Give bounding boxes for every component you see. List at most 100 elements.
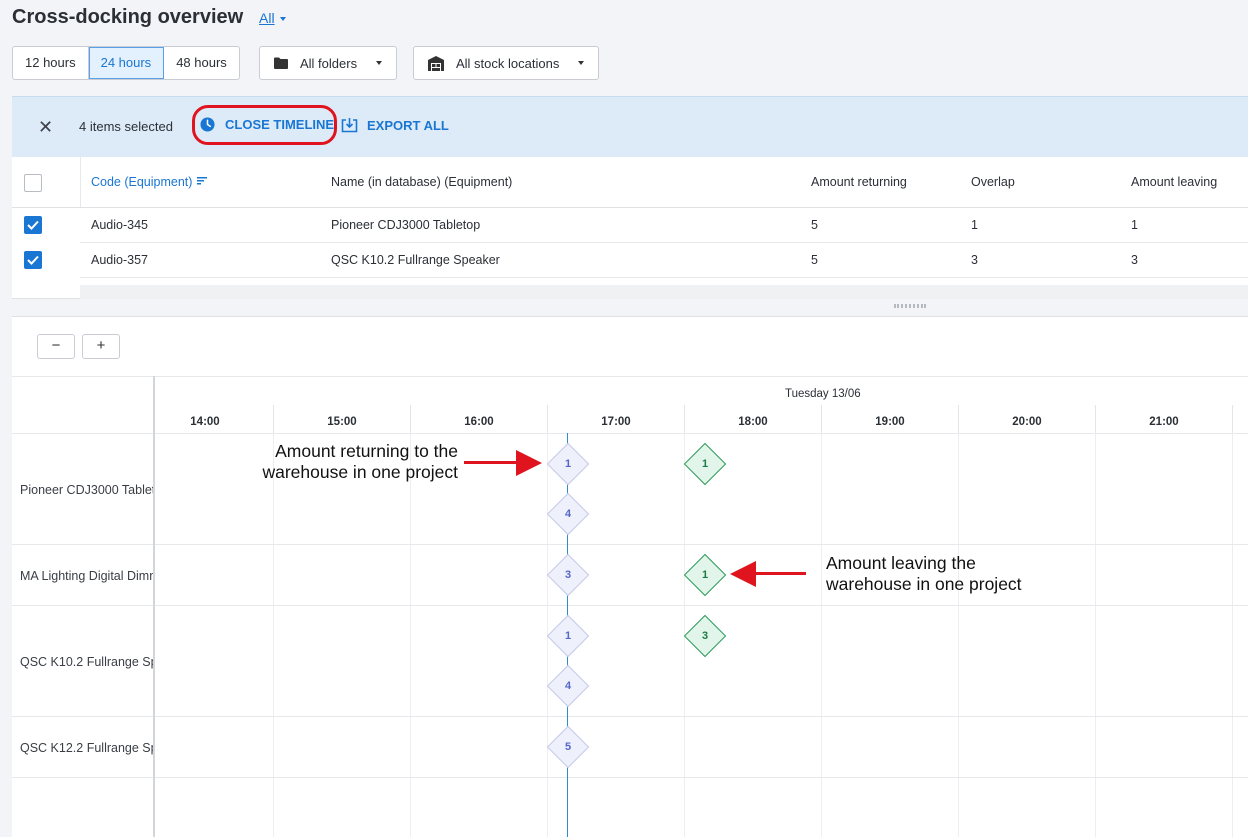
annotation-leaving-line-2: warehouse in one project (826, 574, 1022, 594)
hour-label-18: 18:00 (738, 416, 768, 428)
annotation-returning-line-2: warehouse in one project (262, 462, 458, 482)
row-divider (80, 277, 1248, 278)
annotation-returning: Amount returning to the warehouse in one… (232, 441, 458, 483)
time-range-selector: 12 hours 24 hours 48 hours (12, 46, 240, 80)
returning-marker-count: 4 (564, 680, 572, 692)
column-header-amount-leaving[interactable]: Amount leaving (1131, 175, 1217, 189)
returning-marker-count: 1 (564, 458, 572, 470)
range-24-hours-button[interactable]: 24 hours (88, 47, 165, 79)
folders-dropdown[interactable]: All folders (259, 46, 397, 80)
horizontal-scrollbar[interactable] (80, 285, 1248, 299)
stock-locations-label: All stock locations (456, 55, 560, 71)
clear-selection-close-icon[interactable]: ✕ (38, 117, 53, 138)
timeline-panel: − + Tuesday 13/06 14:00 15:00 16:00 17:0… (12, 316, 1248, 837)
table-cell-overlap: 3 (971, 253, 978, 267)
check-icon (27, 220, 39, 230)
equipment-table: Code (Equipment) Name (in database) (Equ… (12, 157, 1248, 299)
check-icon (27, 255, 39, 265)
column-header-overlap[interactable]: Overlap (971, 175, 1015, 189)
hour-label-15: 15:00 (327, 416, 357, 428)
range-48-hours-button[interactable]: 48 hours (164, 47, 239, 79)
hour-label-21: 21:00 (1149, 416, 1179, 428)
hour-divider (1095, 405, 1096, 433)
hour-divider (547, 405, 548, 433)
timeline-row-label: MA Lighting Digital Dimmer (20, 569, 153, 583)
row-divider (80, 242, 1248, 243)
hour-divider (958, 405, 959, 433)
hour-divider (684, 405, 685, 433)
selection-action-bar: ✕ 4 items selected CLOSE TIMELINE EXPORT… (12, 96, 1248, 157)
hour-divider (410, 405, 411, 433)
table-cell-code: Audio-357 (91, 253, 148, 267)
selected-count: 4 items selected (79, 119, 173, 134)
annotation-leaving: Amount leaving the warehouse in one proj… (826, 553, 1066, 595)
hour-label-17: 17:00 (601, 416, 631, 428)
hour-divider (821, 405, 822, 433)
filter-all-link[interactable]: All (259, 10, 286, 26)
table-cell-name: QSC K10.2 Fullrange Speaker (331, 253, 500, 267)
returning-marker-count: 4 (564, 508, 572, 520)
export-all-label: EXPORT ALL (367, 117, 449, 133)
folder-icon (274, 57, 288, 69)
table-cell-name: Pioneer CDJ3000 Tabletop (331, 218, 481, 232)
export-all-button[interactable]: EXPORT ALL (341, 117, 449, 133)
timeline-row-label: QSC K10.2 Fullrange Speaker (20, 655, 153, 669)
leaving-marker-count: 3 (701, 630, 709, 642)
returning-marker-count: 3 (564, 569, 572, 581)
zoom-out-button[interactable]: − (37, 334, 75, 359)
header-divider (12, 207, 1248, 208)
stock-locations-dropdown[interactable]: All stock locations (413, 46, 599, 80)
annotation-leaving-line-1: Amount leaving the (826, 553, 976, 573)
timeline-row-label: QSC K12.2 Fullrange Speaker (20, 741, 153, 755)
code-header-label: Code (Equipment) (91, 175, 193, 189)
leaving-marker-count: 1 (701, 458, 709, 470)
resize-handle-icon[interactable] (894, 304, 926, 308)
row-checkbox[interactable] (24, 216, 42, 234)
timeline-row-label: Pioneer CDJ3000 Tabletop (20, 483, 153, 497)
timeline-label-column-border (153, 376, 155, 837)
timeline-row-divider (12, 605, 1248, 606)
table-cell-returning: 5 (811, 218, 818, 232)
zoom-in-button[interactable]: + (82, 334, 120, 359)
folders-dropdown-label: All folders (300, 55, 358, 71)
highlight-ring (192, 105, 337, 145)
chevron-down-icon (279, 17, 286, 22)
timeline-row-divider (12, 716, 1248, 717)
range-12-hours-button[interactable]: 12 hours (13, 47, 89, 79)
hour-label-16: 16:00 (464, 416, 494, 428)
table-cell-leaving: 1 (1131, 218, 1138, 232)
timeline-date-label: Tuesday 13/06 (785, 388, 861, 400)
sort-icon (197, 177, 208, 185)
timeline-row-divider (12, 544, 1248, 545)
hour-divider (273, 405, 274, 433)
hour-label-20: 20:00 (1012, 416, 1042, 428)
warehouse-icon (428, 55, 444, 71)
column-divider (80, 157, 81, 207)
table-cell-returning: 5 (811, 253, 818, 267)
chevron-down-icon (376, 61, 382, 65)
page-title: Cross-docking overview (12, 6, 244, 28)
export-icon (341, 118, 358, 133)
row-checkbox[interactable] (24, 251, 42, 269)
returning-marker-count: 5 (564, 741, 572, 753)
column-header-amount-returning[interactable]: Amount returning (811, 175, 907, 189)
chevron-down-icon (578, 61, 584, 65)
arrow-right-icon (516, 450, 542, 476)
annotation-arrow (748, 572, 806, 575)
column-header-code[interactable]: Code (Equipment) (91, 175, 208, 189)
hour-divider (1232, 405, 1233, 433)
column-header-name[interactable]: Name (in database) (Equipment) (331, 175, 512, 189)
hour-label-14: 14:00 (190, 416, 220, 428)
hour-label-19: 19:00 (875, 416, 905, 428)
filter-all-label: All (259, 10, 275, 26)
table-cell-leaving: 3 (1131, 253, 1138, 267)
leaving-marker-count: 1 (701, 569, 709, 581)
timeline-top-divider (12, 376, 1248, 377)
table-cell-overlap: 1 (971, 218, 978, 232)
returning-marker-count: 1 (564, 630, 572, 642)
select-all-checkbox[interactable] (24, 174, 42, 192)
annotation-returning-line-1: Amount returning to the (275, 441, 458, 461)
table-cell-code: Audio-345 (91, 218, 148, 232)
timeline-header-divider (12, 433, 1248, 434)
timeline-row-divider (12, 777, 1248, 778)
